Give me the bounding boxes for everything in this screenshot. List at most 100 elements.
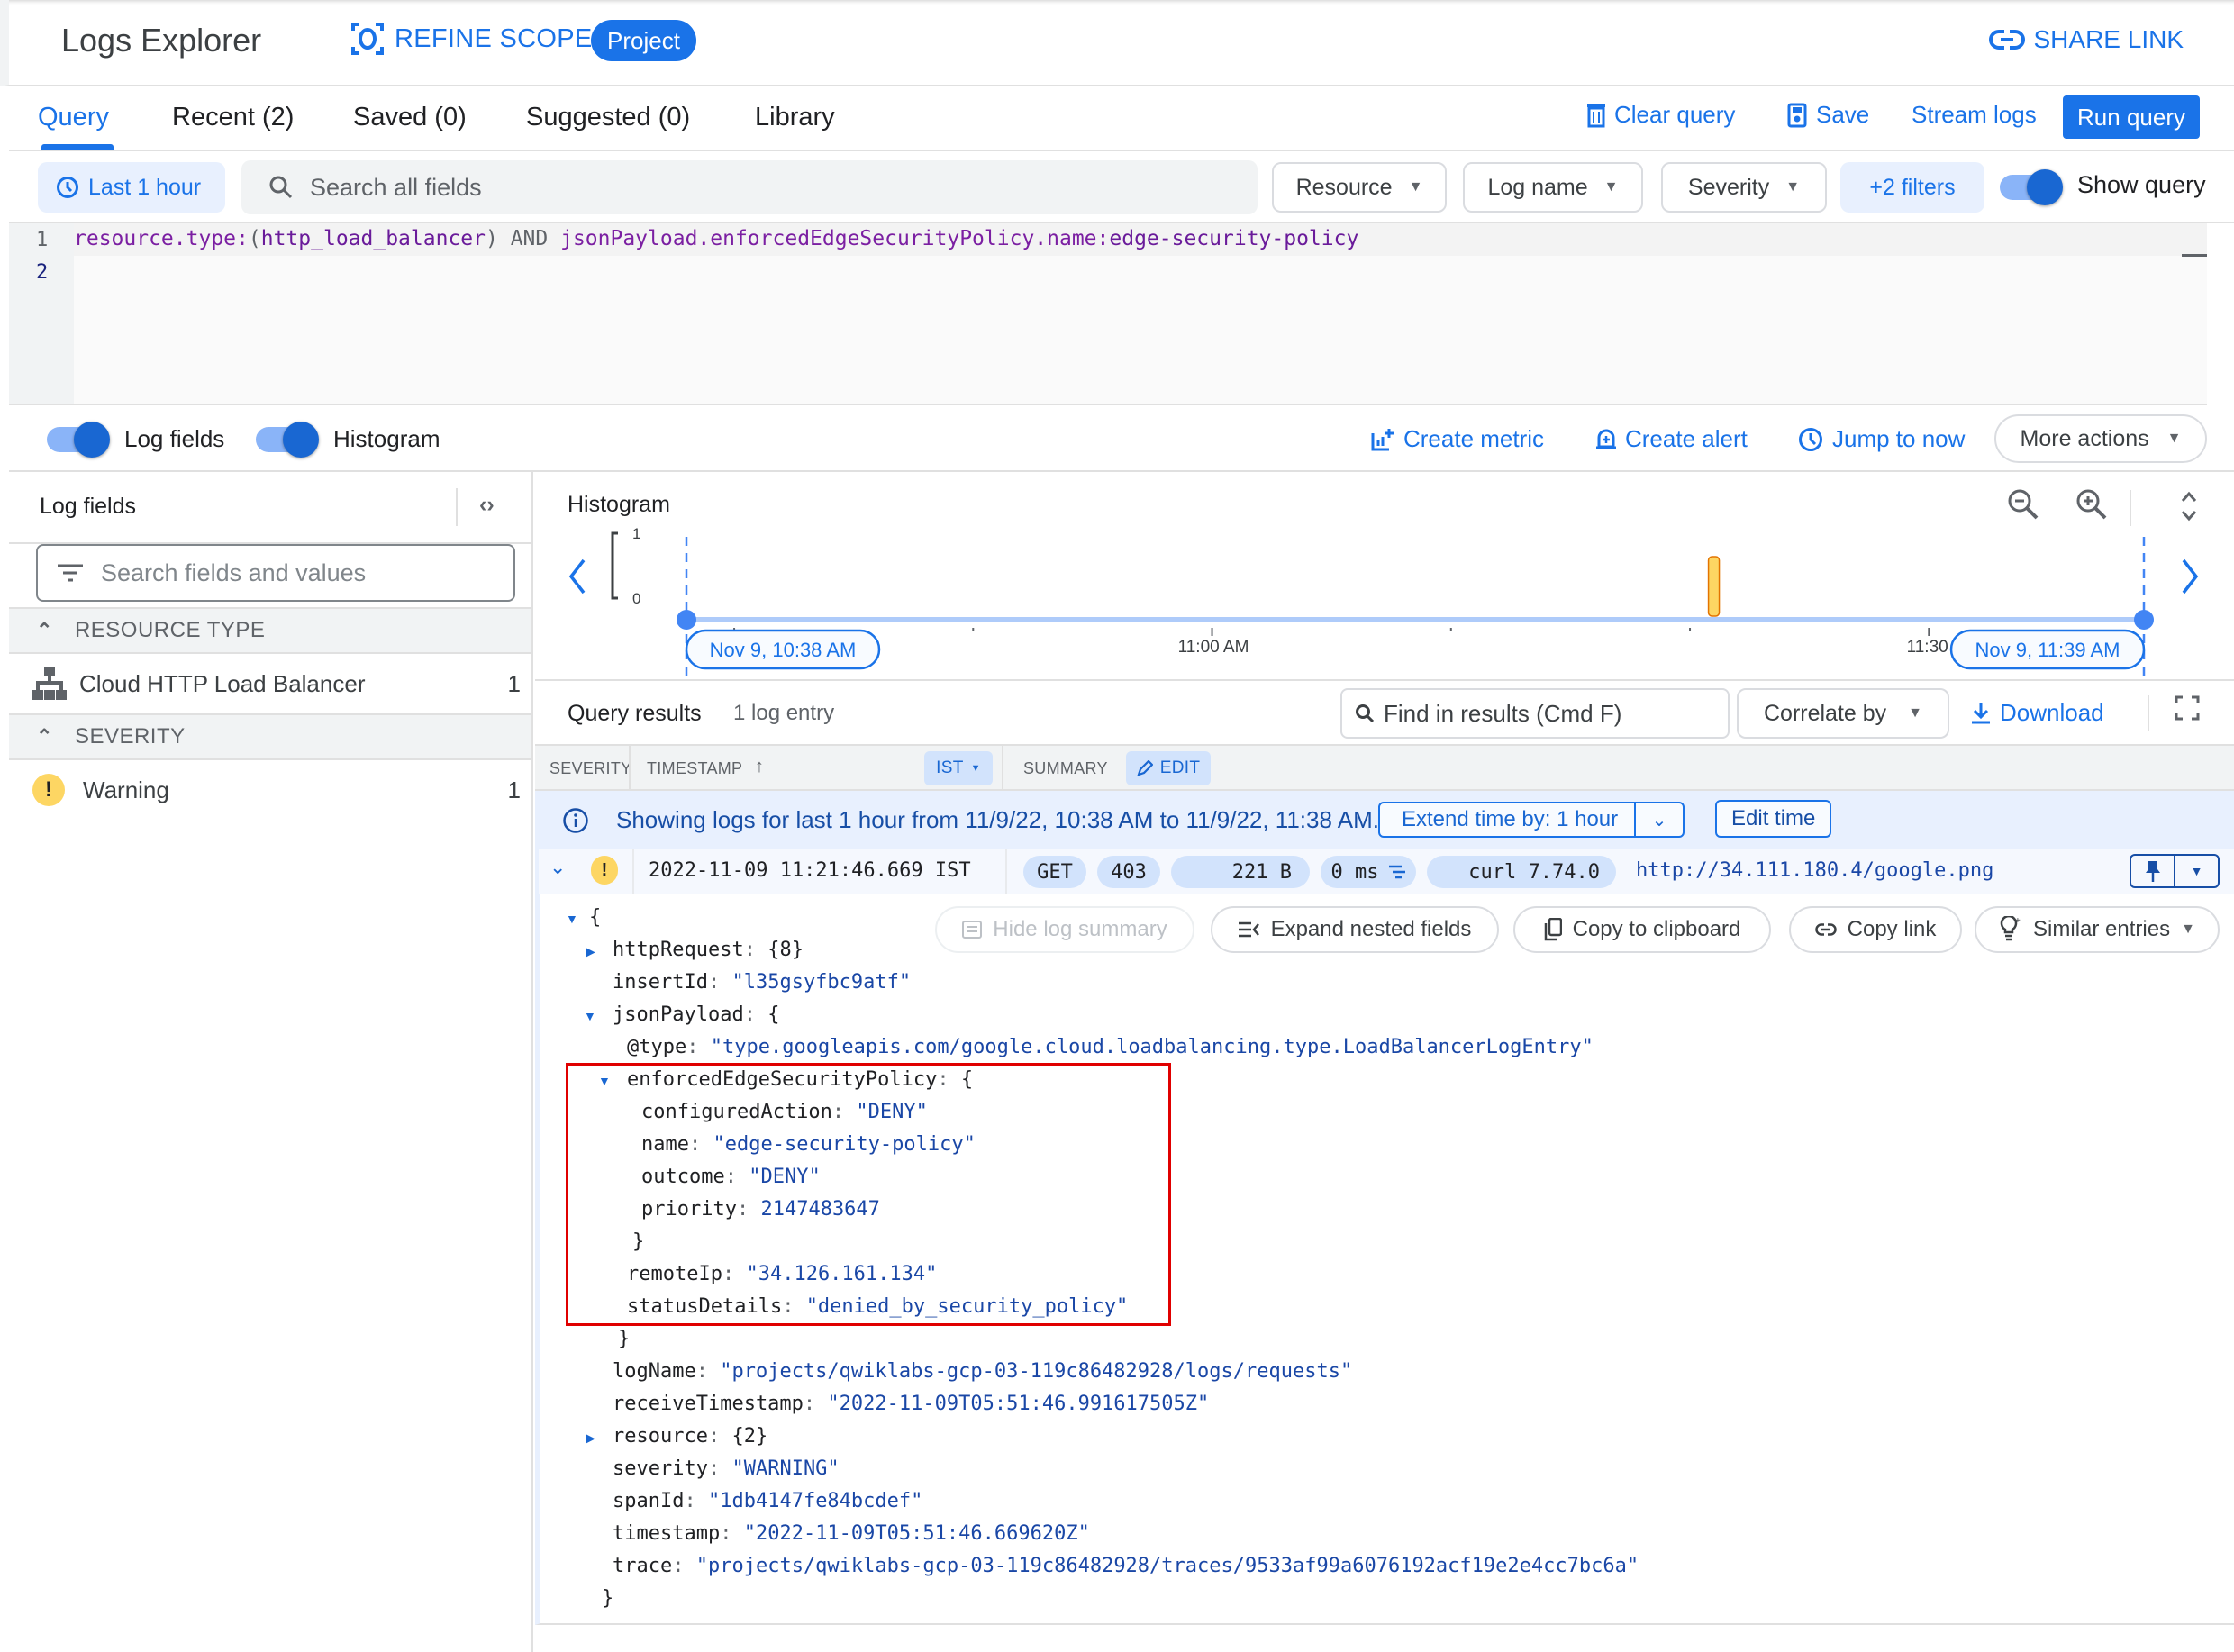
more-filters-button[interactable]: +2 filters xyxy=(1840,162,1984,213)
json-line-spanId[interactable]: spanId: "1db4147fe84bcdef" xyxy=(613,1490,922,1512)
column-severity[interactable]: SEVERITY xyxy=(549,759,631,778)
tab-query[interactable]: Query xyxy=(38,103,109,132)
json-line-jsonPayload[interactable]: jsonPayload: { xyxy=(613,1003,779,1026)
json-line-httpRequest[interactable]: httpRequest: {8} xyxy=(613,939,804,961)
copy-to-clipboard-button[interactable]: Copy to clipboard xyxy=(1513,906,1771,953)
time-range-label: Last 1 hour xyxy=(88,174,202,200)
query-text[interactable]: resource.type:(http_load_balancer) AND j… xyxy=(74,227,1358,250)
pin-icon[interactable] xyxy=(2131,856,2175,886)
clock-icon xyxy=(57,177,78,198)
user-agent-chip[interactable]: curl 7.74.0 xyxy=(1427,856,1616,888)
json-line-timestamp[interactable]: timestamp: "2022-11-09T05:51:46.669620Z" xyxy=(613,1522,1090,1545)
tab-library[interactable]: Library xyxy=(755,103,835,132)
share-link-button[interactable]: SHARE LINK xyxy=(1988,25,2184,54)
column-timestamp[interactable]: TIMESTAMP xyxy=(647,759,742,778)
edit-time-button[interactable]: Edit time xyxy=(1715,800,1832,838)
expand-nested-fields-button[interactable]: Expand nested fields xyxy=(1211,906,1499,953)
tab-saved[interactable]: Saved (0) xyxy=(353,103,467,132)
editor-scroll-marker[interactable] xyxy=(2182,254,2207,257)
extend-time-button[interactable]: Extend time by: 1 hour ⌄ xyxy=(1378,802,1685,838)
tab-recent[interactable]: Recent (2) xyxy=(172,103,294,132)
severity-filter-dropdown[interactable]: Severity ▼ xyxy=(1661,162,1827,213)
tab-suggested[interactable]: Suggested (0) xyxy=(526,103,690,132)
collapse-panel-icon[interactable]: ‹› xyxy=(479,492,495,518)
json-line-enforcedEdgeSecurityPolicy[interactable]: enforcedEdgeSecurityPolicy: { xyxy=(627,1068,973,1091)
more-actions-dropdown[interactable]: More actions ▼ xyxy=(1994,414,2207,463)
create-alert-button[interactable]: Create alert xyxy=(1596,425,1748,453)
json-line-receiveTimestamp[interactable]: receiveTimestamp: "2022-11-09T05:51:46.9… xyxy=(613,1393,1209,1415)
field-value-warning[interactable]: ! Warning 1 xyxy=(9,760,531,820)
search-fields-input[interactable]: Search fields and values xyxy=(36,544,515,602)
download-button[interactable]: Download xyxy=(1971,699,2104,727)
request-url-link[interactable]: http://34.111.180.4/google.png xyxy=(1636,859,1993,882)
similar-entries-dropdown[interactable]: + Similar entries ▼ xyxy=(1975,906,2220,953)
range-start-label: Nov 9, 10:38 AM xyxy=(710,639,857,661)
resource-filter-dropdown[interactable]: Resource ▼ xyxy=(1272,162,1447,213)
chevron-down-icon[interactable]: ⌄ xyxy=(549,856,566,879)
search-all-fields-input[interactable]: Search all fields xyxy=(241,160,1258,214)
expand-triangle-icon[interactable]: ▶ xyxy=(586,944,595,959)
query-editor[interactable]: 1 2 resource.type:(http_load_balancer) A… xyxy=(9,223,2207,405)
http-status-chip[interactable]: 403 xyxy=(1097,856,1160,888)
collapse-triangle-icon[interactable]: ▼ xyxy=(598,1074,611,1088)
correlate-by-dropdown[interactable]: Correlate by ▼ xyxy=(1737,688,1949,739)
jump-to-now-button[interactable]: Jump to now xyxy=(1798,425,1965,453)
json-line-name[interactable]: name: "edge-security-policy" xyxy=(641,1133,976,1156)
json-value: {2} xyxy=(731,1425,768,1448)
run-query-button[interactable]: Run query xyxy=(2063,95,2200,139)
pin-button-group: ▼ xyxy=(2130,854,2220,888)
json-line-insertId[interactable]: insertId: "l35gsyfbc9atf" xyxy=(613,971,911,994)
severity-section-header[interactable]: ⌃ SEVERITY xyxy=(9,713,531,760)
next-range-icon xyxy=(2182,558,2199,595)
json-line-logName[interactable]: logName: "projects/qwiklabs-gcp-03-119c8… xyxy=(613,1360,1352,1383)
latency-chip[interactable]: 0 ms xyxy=(1321,856,1416,888)
log-fields-title: Log fields xyxy=(40,494,137,519)
histogram-toggle[interactable] xyxy=(256,422,319,458)
log-fields-toggle[interactable] xyxy=(47,422,110,458)
json-value: "denied_by_security_policy" xyxy=(805,1295,1129,1318)
json-line-statusDetails[interactable]: statusDetails: "denied_by_security_polic… xyxy=(627,1295,1128,1318)
line-number: 1 xyxy=(36,229,49,251)
json-line-priority[interactable]: priority: 2147483647 xyxy=(641,1198,880,1221)
stream-logs-button[interactable]: Stream logs xyxy=(1912,101,2037,129)
query-field: resource.type: xyxy=(74,227,249,250)
response-size-chip[interactable]: 221 B xyxy=(1171,856,1310,888)
time-range-button[interactable]: Last 1 hour xyxy=(38,162,225,213)
fullscreen-icon[interactable] xyxy=(2175,695,2200,727)
collapse-triangle-icon[interactable]: ▼ xyxy=(584,1009,596,1023)
find-in-results-input[interactable]: Find in results (Cmd F) xyxy=(1340,688,1730,739)
json-line-resource[interactable]: resource: {2} xyxy=(613,1425,767,1448)
clear-query-button[interactable]: Clear query xyxy=(1587,101,1735,129)
create-metric-button[interactable]: Create metric xyxy=(1371,425,1544,453)
edit-summary-button[interactable]: EDIT xyxy=(1126,751,1211,785)
show-query-toggle[interactable] xyxy=(2000,169,2063,205)
collapse-triangle-icon[interactable]: ▼ xyxy=(566,912,578,926)
resource-type-section-header[interactable]: ⌃ RESOURCE TYPE xyxy=(9,607,531,654)
sort-ascending-icon[interactable]: ↑ xyxy=(755,757,764,777)
query-operator: AND xyxy=(497,227,561,250)
json-line-remoteIp[interactable]: remoteIp: "34.126.161.134" xyxy=(627,1263,937,1285)
json-line-type[interactable]: @type: "type.googleapis.com/google.cloud… xyxy=(627,1036,1594,1058)
http-method-chip[interactable]: GET xyxy=(1023,856,1086,888)
json-line-configuredAction[interactable]: configuredAction: "DENY" xyxy=(641,1101,928,1123)
actions-bar: Log fields Histogram Create metric Creat… xyxy=(9,405,2234,472)
hide-log-summary-button[interactable]: Hide log summary xyxy=(935,906,1194,953)
json-line-outcome[interactable]: outcome: "DENY" xyxy=(641,1166,821,1188)
caret-down-icon[interactable]: ▼ xyxy=(2175,856,2218,886)
refine-scope-button[interactable]: REFINE SCOPE xyxy=(351,22,593,56)
timezone-label: IST xyxy=(936,758,964,777)
chevron-down-icon[interactable]: ⌄ xyxy=(1636,809,1683,831)
download-label: Download xyxy=(2000,699,2104,726)
log-name-filter-dropdown[interactable]: Log name ▼ xyxy=(1463,162,1643,213)
time-range-banner: Showing logs for last 1 hour from 11/9/2… xyxy=(535,791,2234,849)
timezone-dropdown[interactable]: IST ▼ xyxy=(924,751,993,785)
field-value-cloud-http-load-balancer[interactable]: Cloud HTTP Load Balancer 1 xyxy=(9,654,531,713)
log-entry-row[interactable]: ⌄ ! 2022-11-09 11:21:46.669 IST GET 403 … xyxy=(535,849,2234,894)
json-line-severity[interactable]: severity: "WARNING" xyxy=(613,1457,840,1480)
histogram-chart[interactable]: 1 0 11:00 AM 11:30 AM Nov 9, 10:38 AM No… xyxy=(535,472,2234,681)
json-line-trace[interactable]: trace: "projects/qwiklabs-gcp-03-119c864… xyxy=(613,1555,1639,1577)
copy-link-button[interactable]: Copy link xyxy=(1789,906,1962,953)
scope-badge[interactable]: Project xyxy=(591,20,696,61)
save-button[interactable]: Save xyxy=(1787,101,1869,129)
expand-triangle-icon[interactable]: ▶ xyxy=(586,1430,595,1446)
